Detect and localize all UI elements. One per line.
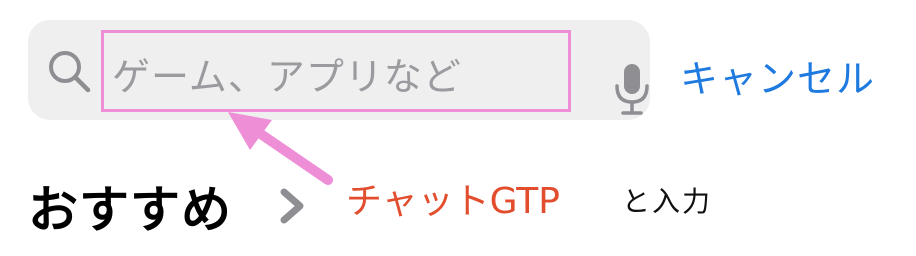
cancel-button[interactable]: キャンセル: [680, 48, 875, 103]
annotation-input-text: チャットGTP: [346, 181, 560, 222]
search-input[interactable]: ゲーム、アプリなど: [112, 46, 462, 101]
microphone-icon[interactable]: [612, 62, 652, 116]
annotation-instruction: と入力: [622, 185, 713, 218]
section-title[interactable]: おすすめ: [28, 170, 232, 242]
arrow-icon: [220, 108, 350, 192]
search-icon: [46, 48, 92, 94]
